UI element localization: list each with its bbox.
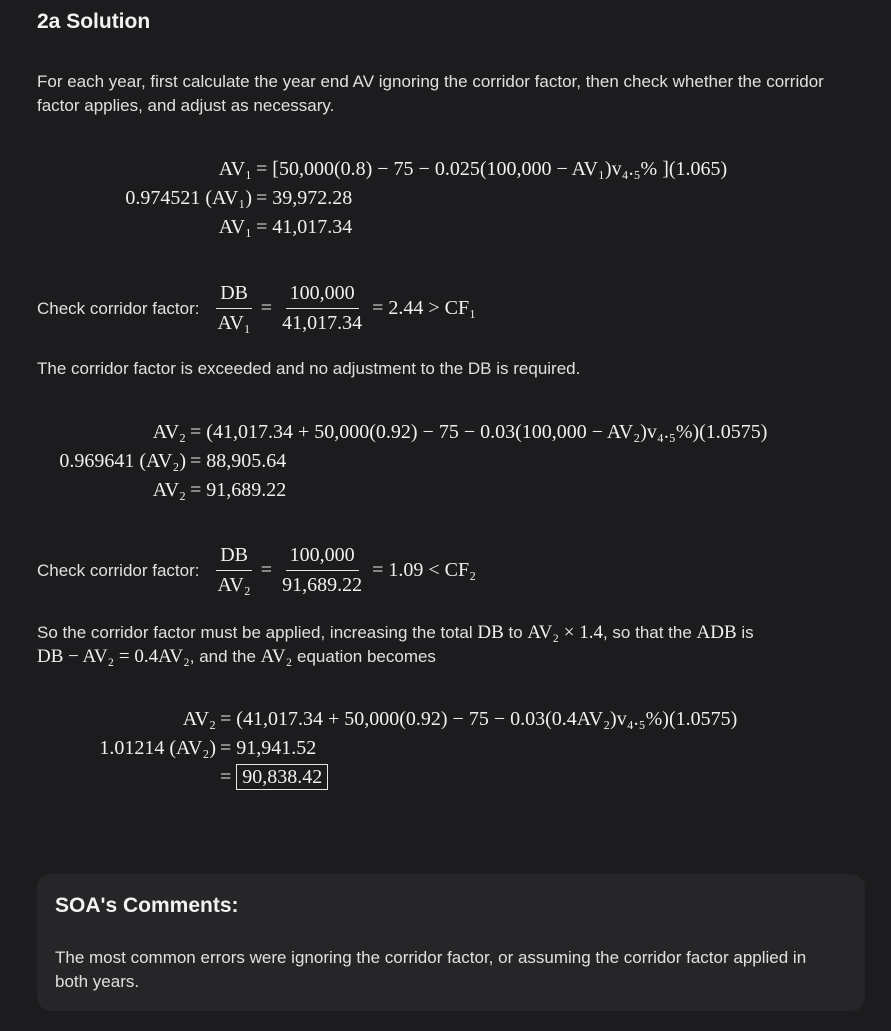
- year1-eq1-rhs: = [50,000(0.8) − 75 − 0.025(100,000 − AV…: [256, 158, 728, 180]
- year2-frac1-numerator: DB: [216, 544, 253, 571]
- adj-eq2-lhs: 1.01214 (AV₂): [99, 737, 216, 759]
- soa-comments-card: SOA's Comments: The most common errors w…: [37, 874, 865, 1011]
- year1-eq1-lhs: AV₁: [218, 158, 252, 180]
- year2-math-db: DB: [477, 622, 504, 643]
- year2-eq2-lhs: 0.969641 (AV₂): [59, 450, 186, 472]
- year2-fraction-db-av: DB AV₂: [214, 544, 255, 597]
- year2-eq3-rhs: = 91,689.22: [190, 479, 287, 501]
- year2-corridor-check: Check corridor factor: DB AV₂ = 100,000 …: [37, 544, 476, 597]
- year2-eq1-lhs: AV₂: [152, 421, 186, 443]
- soa-comments-heading: SOA's Comments:: [55, 894, 239, 917]
- solution-page: 2a Solution For each year, first calcula…: [0, 0, 891, 1031]
- year1-frac1-denominator: AV₁: [217, 312, 251, 334]
- adj-eq1-lhs: AV₂: [182, 708, 216, 730]
- adj-eq2-rhs: = 91,941.52: [220, 737, 317, 759]
- year2-text-c: , so that the: [602, 623, 697, 642]
- year2-text-b: to: [503, 623, 528, 642]
- final-answer-box: 90,838.42: [236, 764, 329, 790]
- year1-fraction-db-av: DB AV₁: [214, 282, 255, 335]
- year2-math-adb: ADB: [696, 622, 737, 643]
- year2-eq3-lhs: AV₂: [152, 479, 186, 501]
- year2-text-d: is: [736, 623, 754, 642]
- year1-fraction-values: 100,000 41,017.34: [278, 282, 366, 335]
- year2-fraction-values: 100,000 91,689.22: [278, 544, 366, 597]
- year2-text-e: , and the: [189, 647, 261, 666]
- year1-corridor-check: Check corridor factor: DB AV₁ = 100,000 …: [37, 282, 476, 335]
- equals-sign: =: [260, 297, 273, 319]
- year2-eq2-rhs: = 88,905.64: [190, 450, 287, 472]
- year2-eq1-rhs: = (41,017.34 + 50,000(0.92) − 75 − 0.03(…: [190, 421, 768, 443]
- year2-text-f: equation becomes: [292, 647, 436, 666]
- year1-eq2-lhs: 0.974521 (AV₁): [125, 187, 252, 209]
- year1-eq2-rhs: = 39,972.28: [256, 187, 353, 209]
- intro-paragraph: For each year, first calculate the year …: [37, 72, 824, 115]
- page-title: 2a Solution: [37, 10, 151, 33]
- year1-frac2-denominator: 41,017.34: [282, 312, 363, 334]
- year2-text-a: So the corridor factor must be applied, …: [37, 623, 478, 642]
- year2-math-av-times: AV₂ × 1.4: [527, 622, 603, 643]
- year1-frac2-numerator: 100,000: [285, 282, 359, 309]
- year2-explanation: So the corridor factor must be applied, …: [37, 621, 857, 669]
- year1-check-label: Check corridor factor:: [37, 298, 200, 318]
- year1-conclusion: The corridor factor is exceeded and no a…: [37, 359, 581, 378]
- year2-frac1-denominator: AV₂: [217, 574, 251, 596]
- equals-sign: =: [260, 559, 273, 581]
- adj-eq1-rhs: = (41,017.34 + 50,000(0.92) − 75 − 0.03(…: [220, 708, 738, 730]
- year2-frac2-denominator: 91,689.22: [282, 574, 363, 596]
- year1-eq3-lhs: AV₁: [218, 216, 252, 238]
- year2-check-result: = 1.09 < CF₂: [372, 559, 477, 581]
- year2-math-expr: DB − AV₂ = 0.4AV₂: [37, 646, 190, 667]
- year1-check-result: = 2.44 > CF₁: [372, 297, 477, 319]
- year2-check-label: Check corridor factor:: [37, 560, 200, 580]
- year2-math-av2: AV₂: [260, 646, 293, 667]
- year1-frac1-numerator: DB: [216, 282, 253, 309]
- soa-comments-body: The most common errors were ignoring the…: [55, 948, 807, 991]
- year2-frac2-numerator: 100,000: [285, 544, 359, 571]
- year1-eq3-rhs: = 41,017.34: [256, 216, 353, 238]
- adj-eq3-equals: =: [220, 766, 232, 788]
